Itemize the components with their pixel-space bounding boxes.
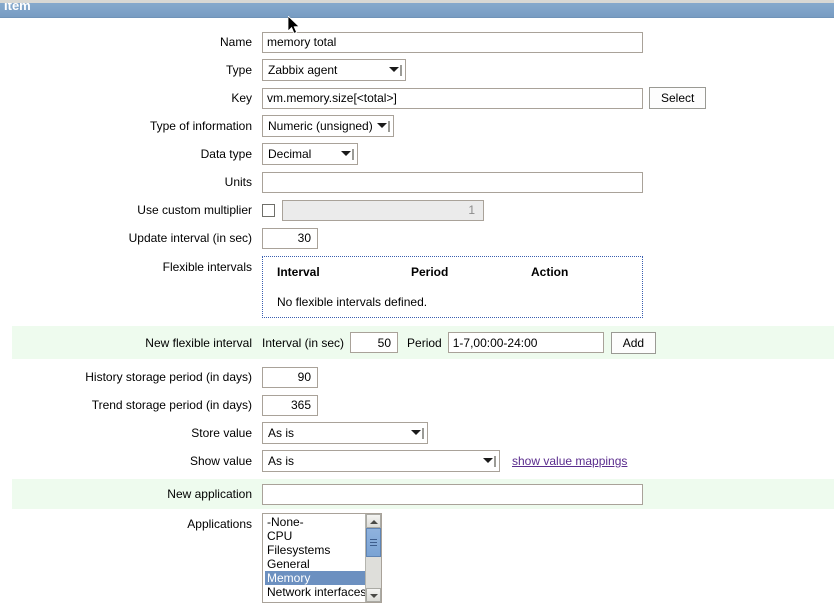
store-value-selected: As is xyxy=(268,426,295,440)
name-label: Name xyxy=(219,35,252,49)
data-type-select[interactable]: Decimal xyxy=(262,143,358,165)
form-row-update-interval: Update interval (in sec) xyxy=(0,224,834,252)
item-form: Name Type Zabbix agent Key Select Type o… xyxy=(0,28,834,603)
flexible-intervals-header-row: Interval Period Action xyxy=(277,265,642,279)
flexible-intervals-table: Interval Period Action No flexible inter… xyxy=(262,256,643,318)
trend-storage-period-label: Trend storage period (in days) xyxy=(91,398,252,412)
scroll-down-icon[interactable] xyxy=(366,588,381,602)
applications-options: -None- CPU Filesystems General Memory Ne… xyxy=(263,514,365,602)
update-interval-label: Update interval (in sec) xyxy=(128,231,252,245)
form-row-trend-storage-period: Trend storage period (in days) xyxy=(0,391,834,419)
form-row-new-application: New application xyxy=(12,479,834,509)
type-of-information-label: Type of information xyxy=(149,119,252,133)
new-application-input[interactable] xyxy=(262,483,643,505)
add-flexible-interval-button[interactable]: Add xyxy=(610,331,657,354)
page-title: Item xyxy=(4,3,31,13)
applications-listbox[interactable]: -None- CPU Filesystems General Memory Ne… xyxy=(262,513,382,603)
form-row-applications: Applications -None- CPU Filesystems Gene… xyxy=(0,513,834,603)
show-value-label: Show value xyxy=(189,454,252,468)
chevron-down-icon xyxy=(410,426,424,440)
show-value-select[interactable]: As is xyxy=(262,450,500,472)
window-title-bar: Item xyxy=(0,3,834,18)
scroll-up-icon[interactable] xyxy=(366,514,381,528)
column-header-interval: Interval xyxy=(277,265,320,279)
show-value-mappings-link[interactable]: show value mappings xyxy=(512,454,627,468)
show-value-selected: As is xyxy=(268,454,295,468)
data-type-value: Decimal xyxy=(268,147,312,161)
form-row-use-custom-multiplier: Use custom multiplier xyxy=(0,196,834,224)
trend-storage-period-input[interactable] xyxy=(262,394,318,416)
use-custom-multiplier-label: Use custom multiplier xyxy=(137,203,252,217)
form-row-key: Key Select xyxy=(0,84,834,112)
new-period-input[interactable] xyxy=(447,332,604,353)
units-label: Units xyxy=(224,175,252,189)
history-storage-period-input[interactable] xyxy=(262,366,318,388)
form-row-name: Name xyxy=(0,28,834,56)
new-interval-input[interactable] xyxy=(350,332,399,353)
type-of-information-select[interactable]: Numeric (unsigned) xyxy=(262,115,394,137)
chevron-down-icon xyxy=(340,147,354,161)
key-input[interactable] xyxy=(262,87,643,109)
list-item[interactable]: General xyxy=(265,557,365,571)
form-row-flexible-intervals: Flexible intervals Interval Period Actio… xyxy=(0,256,834,322)
new-period-sublabel: Period xyxy=(407,335,442,350)
flexible-intervals-empty-message: No flexible intervals defined. xyxy=(277,295,428,309)
list-item[interactable]: CPU xyxy=(265,529,365,543)
list-item[interactable]: -None- xyxy=(265,515,365,529)
chevron-down-icon xyxy=(482,454,496,468)
form-row-data-type: Data type Decimal xyxy=(0,140,834,168)
list-item[interactable]: Network interfaces xyxy=(265,585,365,599)
data-type-label: Data type xyxy=(200,147,252,161)
scrollbar-grip-icon xyxy=(370,539,377,540)
type-label: Type xyxy=(225,63,252,77)
form-row-store-value: Store value As is xyxy=(0,419,834,447)
name-input[interactable] xyxy=(262,31,643,53)
form-row-units: Units xyxy=(0,168,834,196)
form-row-history-storage-period: History storage period (in days) xyxy=(0,363,834,391)
key-label: Key xyxy=(231,91,252,105)
list-item[interactable]: Filesystems xyxy=(265,543,365,557)
update-interval-input[interactable] xyxy=(262,227,318,249)
store-value-select[interactable]: As is xyxy=(262,422,428,444)
chevron-down-icon xyxy=(388,63,402,77)
new-flexible-interval-label: New flexible interval xyxy=(145,335,252,350)
form-row-new-flexible-interval: New flexible interval Interval (in sec) … xyxy=(12,326,834,359)
scrollbar-thumb[interactable] xyxy=(366,528,381,557)
applications-label: Applications xyxy=(187,517,252,531)
type-of-information-value: Numeric (unsigned) xyxy=(268,119,373,133)
type-select[interactable]: Zabbix agent xyxy=(262,59,406,81)
units-input[interactable] xyxy=(262,171,643,193)
new-interval-sublabel: Interval (in sec) xyxy=(262,335,345,350)
new-application-label: New application xyxy=(167,487,252,501)
key-select-button[interactable]: Select xyxy=(649,87,707,109)
chevron-down-icon xyxy=(376,119,390,133)
type-select-value: Zabbix agent xyxy=(268,63,338,77)
scrollbar-track[interactable] xyxy=(366,528,381,588)
form-row-show-value: Show value As is show value mappings xyxy=(0,447,834,475)
use-custom-multiplier-checkbox[interactable] xyxy=(262,203,275,217)
column-header-action: Action xyxy=(531,265,569,279)
custom-multiplier-input xyxy=(282,199,484,221)
list-item-selected[interactable]: Memory xyxy=(265,571,365,585)
store-value-label: Store value xyxy=(191,426,252,440)
column-header-period: Period xyxy=(411,265,449,279)
flexible-intervals-label: Flexible intervals xyxy=(162,260,252,274)
applications-scrollbar[interactable] xyxy=(365,514,381,602)
form-row-type-of-information: Type of information Numeric (unsigned) xyxy=(0,112,834,140)
form-row-type: Type Zabbix agent xyxy=(0,56,834,84)
history-storage-period-label: History storage period (in days) xyxy=(85,370,252,384)
